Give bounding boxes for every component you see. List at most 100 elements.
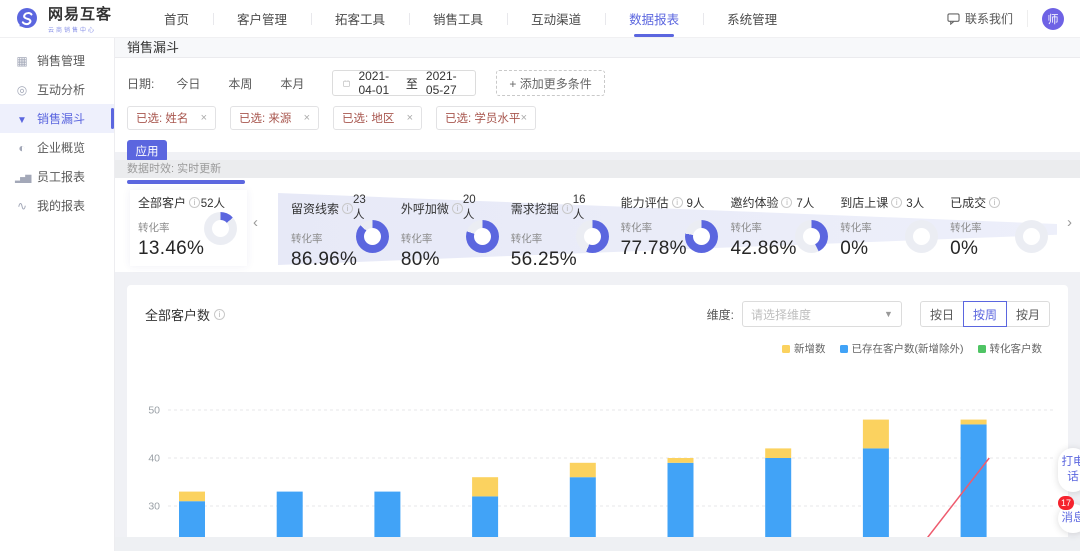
- quick-option-today[interactable]: 今日: [176, 75, 200, 92]
- date-start: 2021-04-01: [358, 69, 397, 97]
- stage-count: 7人: [796, 195, 828, 211]
- funnel-scroll-indicator[interactable]: [127, 180, 245, 184]
- bottom-scroll-strip[interactable]: [115, 537, 1080, 551]
- funnel-stage: 能力评估i9人转化率77.78%: [615, 194, 725, 271]
- stage-donut: [204, 212, 237, 245]
- stage-name: 已成交i: [950, 194, 1000, 211]
- chart-title: 全部客户数: [145, 305, 210, 324]
- svg-text:50: 50: [148, 405, 160, 417]
- funnel-stage: 到店上课i3人转化率0%: [834, 194, 944, 271]
- legend-item[interactable]: 转化客户数: [978, 341, 1043, 356]
- plot-area: 50403020: [140, 403, 1056, 551]
- legend-swatch: [978, 345, 986, 353]
- make-call-button[interactable]: 打电话: [1058, 448, 1080, 492]
- page-title: 销售漏斗: [115, 38, 1080, 58]
- period-button[interactable]: 按月: [1006, 301, 1050, 327]
- quick-option-month[interactable]: 本月: [280, 75, 304, 92]
- contact-us-label: 联系我们: [965, 10, 1013, 27]
- nav-item[interactable]: 销售工具: [409, 0, 507, 37]
- chevron-left-icon[interactable]: ‹: [253, 214, 258, 231]
- stage-name: 全部客户: [138, 194, 186, 211]
- period-button[interactable]: 按日: [920, 301, 964, 327]
- chevron-right-icon[interactable]: ›: [1067, 214, 1072, 231]
- logo-title: 网易互客: [48, 3, 112, 24]
- close-icon[interactable]: ×: [304, 112, 310, 124]
- sidebar-item[interactable]: 互动分析: [0, 75, 114, 104]
- logo-subtitle: 云商销售中心: [48, 25, 112, 34]
- stage-count: 23人: [353, 194, 389, 222]
- report-icon: [15, 199, 29, 213]
- logo-icon: [14, 6, 40, 32]
- customers-chart-card: 全部客户数 i 维度: 请选择维度 ▼ 按日按周按月 新增数已存在客户数(新增除…: [127, 285, 1068, 551]
- sidebar-item[interactable]: 销售管理: [0, 46, 114, 75]
- info-icon[interactable]: i: [452, 203, 463, 214]
- stage-donut: [576, 220, 609, 253]
- info-icon[interactable]: i: [891, 197, 902, 208]
- stage-donut: [905, 220, 938, 253]
- stage-name: 留资线索i: [291, 200, 353, 217]
- calendar-icon: [343, 78, 350, 89]
- filter-chip-label: 已选: 来源: [239, 110, 291, 126]
- info-icon[interactable]: i: [672, 197, 683, 208]
- nav-item[interactable]: 拓客工具: [311, 0, 409, 37]
- sidebar-item-label: 员工报表: [37, 168, 85, 185]
- data-freshness-strip: 数据时效: 实时更新: [115, 160, 1080, 178]
- info-icon[interactable]: i: [562, 203, 573, 214]
- legend-item[interactable]: 已存在客户数(新增除外): [840, 341, 964, 356]
- filter-chip-label: 已选: 姓名: [136, 110, 188, 126]
- stage-count: 3人: [906, 195, 938, 211]
- top-navbar: 网易互客 云商销售中心 首页客户管理拓客工具销售工具互动渠道数据报表系统管理 联…: [0, 0, 1080, 38]
- logo[interactable]: 网易互客 云商销售中心: [0, 3, 140, 34]
- nav-item[interactable]: 数据报表: [605, 0, 703, 37]
- filter-panel: 日期: 今日 本周 本月 2021-04-01 至 2021-05-27 + 添…: [115, 58, 1080, 152]
- grid-icon: [15, 54, 29, 68]
- sidebar-item[interactable]: 销售漏斗: [0, 104, 114, 133]
- filter-chip: 已选: 学员水平×: [436, 106, 536, 130]
- funnel-stage-all-customers: 全部客户 i 52人 转化率 13.46%: [130, 190, 247, 266]
- stage-name: 能力评估i: [621, 194, 683, 211]
- dimension-label: 维度:: [707, 306, 734, 323]
- close-icon[interactable]: ×: [521, 112, 527, 124]
- info-icon[interactable]: i: [189, 197, 200, 208]
- stage-donut: [1015, 220, 1048, 253]
- stage-name: 外呼加微i: [401, 200, 463, 217]
- quick-option-week[interactable]: 本周: [228, 75, 252, 92]
- filter-chip-label: 已选: 地区: [342, 110, 394, 126]
- legend-item[interactable]: 新增数: [782, 341, 826, 356]
- sidebar-item[interactable]: 我的报表: [0, 191, 114, 220]
- info-icon[interactable]: i: [342, 203, 353, 214]
- nav-item[interactable]: 首页: [140, 0, 213, 37]
- date-filter-label: 日期:: [127, 75, 154, 92]
- legend-swatch: [782, 345, 790, 353]
- nav-item[interactable]: 系统管理: [703, 0, 801, 37]
- sidebar-item[interactable]: 员工报表: [0, 162, 114, 191]
- date-range-picker[interactable]: 2021-04-01 至 2021-05-27: [332, 70, 476, 96]
- bar-chart-icon: [15, 170, 29, 184]
- stage-count: 52人: [201, 195, 239, 211]
- legend-swatch: [840, 345, 848, 353]
- info-icon[interactable]: i: [781, 197, 792, 208]
- nav-item[interactable]: 互动渠道: [507, 0, 605, 37]
- period-button[interactable]: 按周: [963, 301, 1007, 327]
- pie-icon: [15, 141, 29, 155]
- info-icon[interactable]: i: [214, 309, 225, 320]
- info-icon[interactable]: i: [989, 197, 1000, 208]
- stage-count: 16人: [573, 194, 609, 222]
- nav-item[interactable]: 客户管理: [213, 0, 311, 37]
- funnel-stage: 外呼加微i20人转化率80%: [395, 194, 505, 271]
- add-more-conditions-button[interactable]: + 添加更多条件: [496, 70, 604, 96]
- stage-donut: [466, 220, 499, 253]
- close-icon[interactable]: ×: [407, 112, 413, 124]
- contact-us-link[interactable]: 联系我们: [947, 10, 1028, 27]
- stage-donut: [356, 220, 389, 253]
- chart-legend: 新增数已存在客户数(新增除外) 转化客户数: [127, 327, 1068, 356]
- chat-bubble-icon: [947, 13, 960, 25]
- sidebar-item[interactable]: 企业概览: [0, 133, 114, 162]
- sidebar-item-label: 销售管理: [37, 52, 85, 69]
- close-icon[interactable]: ×: [201, 112, 207, 124]
- avatar[interactable]: 师: [1042, 8, 1064, 30]
- apply-button[interactable]: 应用: [127, 140, 167, 162]
- nav-menu: 首页客户管理拓客工具销售工具互动渠道数据报表系统管理: [140, 0, 801, 37]
- stage-name: 邀约体验i: [730, 194, 792, 211]
- dimension-select[interactable]: 请选择维度 ▼: [742, 301, 902, 327]
